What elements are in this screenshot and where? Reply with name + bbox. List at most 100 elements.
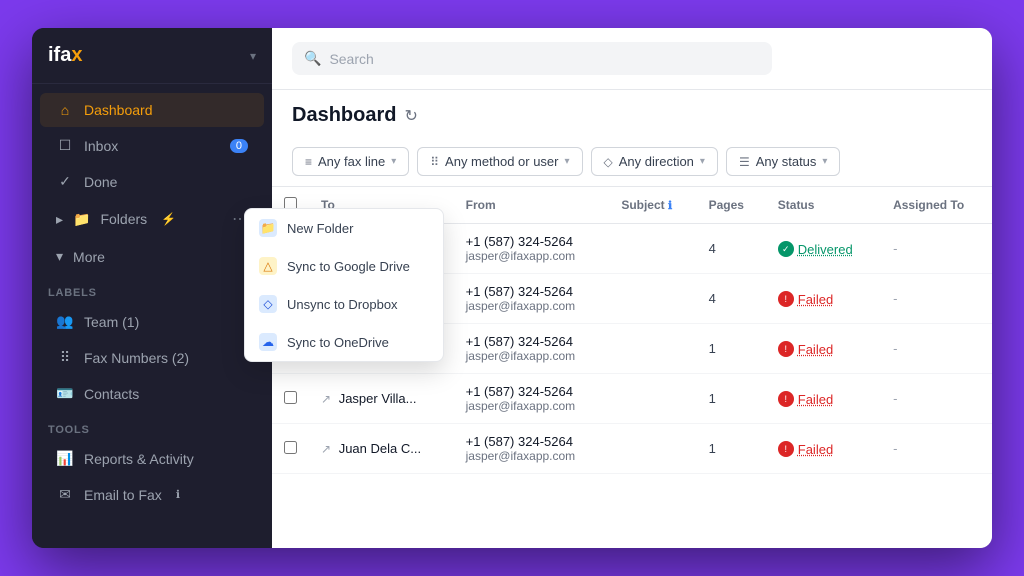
- status-badge: ! Failed: [778, 441, 833, 457]
- sidebar-item-contacts[interactable]: 🪪 Contacts: [40, 376, 264, 411]
- sidebar-item-label: Dashboard: [84, 102, 153, 118]
- subject-cell: [609, 324, 696, 374]
- table-row: ↗ Juan Dela C... +1 (587) 324-5264 jaspe…: [272, 424, 992, 474]
- table-row: ↗ Jasper Villa... +1 (587) 324-5264 jasp…: [272, 374, 992, 424]
- status-delivered-icon: ✓: [778, 241, 794, 257]
- folder-icon: 📁: [73, 211, 90, 228]
- sidebar-item-label: Contacts: [84, 386, 139, 402]
- row-checkbox[interactable]: [284, 441, 297, 454]
- sidebar-item-dashboard[interactable]: ⌂ Dashboard: [40, 93, 264, 127]
- direction-filter-icon: ◇: [604, 155, 613, 169]
- chevron-down-icon: ▾: [700, 156, 705, 167]
- to-name: Juan Dela C...: [339, 441, 421, 456]
- new-folder-icon: 📁: [259, 219, 277, 237]
- main-header: 🔍: [272, 28, 992, 90]
- sidebar-nav: ⌂ Dashboard ☐ Inbox 0 ✓ Done ▸ 📁 Folders…: [32, 84, 272, 548]
- sidebar-item-label: Team (1): [84, 314, 139, 330]
- sidebar-item-reports[interactable]: 📊 Reports & Activity: [40, 441, 264, 476]
- dashboard-title-row: Dashboard ↻: [272, 90, 992, 137]
- fax-numbers-icon: ⠿: [56, 349, 74, 366]
- context-menu-sync-onedrive[interactable]: ☁ Sync to OneDrive: [245, 323, 443, 361]
- fax-line-filter-icon: ≡: [305, 155, 312, 169]
- filter-bar: ≡ Any fax line ▾ ⠿ Any method or user ▾ …: [272, 137, 992, 187]
- sidebar-item-team[interactable]: 👥 Team (1): [40, 304, 264, 339]
- from-email: jasper@ifaxapp.com: [466, 399, 598, 413]
- sidebar-item-label: Done: [84, 174, 117, 190]
- home-icon: ⌂: [56, 102, 74, 118]
- sidebar-item-fax-numbers[interactable]: ⠿ Fax Numbers (2): [40, 340, 264, 375]
- sidebar-item-inbox[interactable]: ☐ Inbox 0: [40, 128, 264, 163]
- subject-cell: [609, 424, 696, 474]
- sidebar-more-label: More: [73, 249, 105, 265]
- from-email: jasper@ifaxapp.com: [466, 449, 598, 463]
- pages-cell: 4: [697, 274, 766, 324]
- col-assigned: Assigned To: [881, 187, 992, 224]
- context-menu-item-label: Sync to OneDrive: [287, 335, 389, 350]
- page-title: Dashboard: [292, 104, 396, 127]
- folder-share-icon: ⚡: [161, 212, 176, 226]
- reports-icon: 📊: [56, 450, 74, 467]
- chevron-right-icon: ▸: [56, 211, 63, 228]
- context-menu-item-label: Sync to Google Drive: [287, 259, 410, 274]
- search-input[interactable]: [329, 51, 760, 67]
- filter-fax-line[interactable]: ≡ Any fax line ▾: [292, 147, 409, 176]
- subject-cell: [609, 224, 696, 274]
- row-checkbox[interactable]: [284, 391, 297, 404]
- search-icon: 🔍: [304, 50, 321, 67]
- filter-method-user[interactable]: ⠿ Any method or user ▾: [417, 147, 582, 176]
- chevron-down-icon: ▾: [822, 156, 827, 167]
- sidebar-header: ifax ▾: [32, 28, 272, 84]
- sidebar-item-label: Folders: [100, 211, 147, 227]
- status-badge: ! Failed: [778, 391, 833, 407]
- logo[interactable]: ifax: [48, 44, 82, 67]
- assigned-cell: -: [881, 274, 992, 324]
- context-menu-unsync-dropbox[interactable]: ◇ Unsync to Dropbox: [245, 285, 443, 323]
- email-icon: ✉: [56, 486, 74, 503]
- assigned-cell: -: [881, 224, 992, 274]
- sidebar-item-label: Fax Numbers (2): [84, 350, 189, 366]
- col-subject: Subject ℹ: [609, 187, 696, 224]
- sidebar-item-folders[interactable]: ▸ 📁 Folders ⚡ ⋯: [40, 200, 264, 238]
- subject-cell: [609, 374, 696, 424]
- search-bar[interactable]: 🔍: [292, 42, 772, 75]
- context-menu-new-folder[interactable]: 📁 New Folder: [245, 209, 443, 247]
- refresh-icon[interactable]: ↻: [404, 106, 417, 126]
- inbox-badge: 0: [230, 139, 248, 153]
- subject-cell: [609, 274, 696, 324]
- google-drive-icon: △: [259, 257, 277, 275]
- status-failed-icon: !: [778, 441, 794, 457]
- status-failed-icon: !: [778, 391, 794, 407]
- context-menu[interactable]: 📁 New Folder △ Sync to Google Drive ◇ Un…: [244, 208, 444, 362]
- tools-section-header: TOOLS: [32, 412, 272, 440]
- from-email: jasper@ifaxapp.com: [466, 349, 598, 363]
- from-phone: +1 (587) 324-5264: [466, 234, 598, 249]
- filter-status-label: Any status: [756, 154, 817, 169]
- filter-direction[interactable]: ◇ Any direction ▾: [591, 147, 718, 176]
- from-email: jasper@ifaxapp.com: [466, 249, 598, 263]
- sidebar-item-done[interactable]: ✓ Done: [40, 164, 264, 199]
- dropbox-icon: ◇: [259, 295, 277, 313]
- filter-status[interactable]: ☰ Any status ▾: [726, 147, 841, 176]
- team-icon: 👥: [56, 313, 74, 330]
- pages-cell: 1: [697, 424, 766, 474]
- context-menu-sync-google[interactable]: △ Sync to Google Drive: [245, 247, 443, 285]
- from-phone: +1 (587) 324-5264: [466, 384, 598, 399]
- chevron-down-icon: ▾: [391, 156, 396, 167]
- assigned-cell: -: [881, 424, 992, 474]
- sidebar-item-more[interactable]: ▾ More: [40, 239, 264, 274]
- status-badge: ✓ Delivered: [778, 241, 853, 257]
- outbound-icon: ↗: [321, 392, 331, 406]
- from-phone: +1 (587) 324-5264: [466, 434, 598, 449]
- status-badge: ! Failed: [778, 341, 833, 357]
- to-name: Jasper Villa...: [339, 391, 417, 406]
- status-filter-icon: ☰: [739, 155, 750, 169]
- status-failed-icon: !: [778, 291, 794, 307]
- outbound-icon: ↗: [321, 442, 331, 456]
- context-menu-item-label: New Folder: [287, 221, 353, 236]
- sidebar-item-email-to-fax[interactable]: ✉ Email to Fax ℹ: [40, 477, 264, 512]
- pages-cell: 1: [697, 324, 766, 374]
- logo-accent: x: [71, 44, 82, 66]
- assigned-cell: -: [881, 374, 992, 424]
- chevron-down-icon: ▾: [56, 248, 63, 265]
- chevron-down-icon: ▾: [565, 156, 570, 167]
